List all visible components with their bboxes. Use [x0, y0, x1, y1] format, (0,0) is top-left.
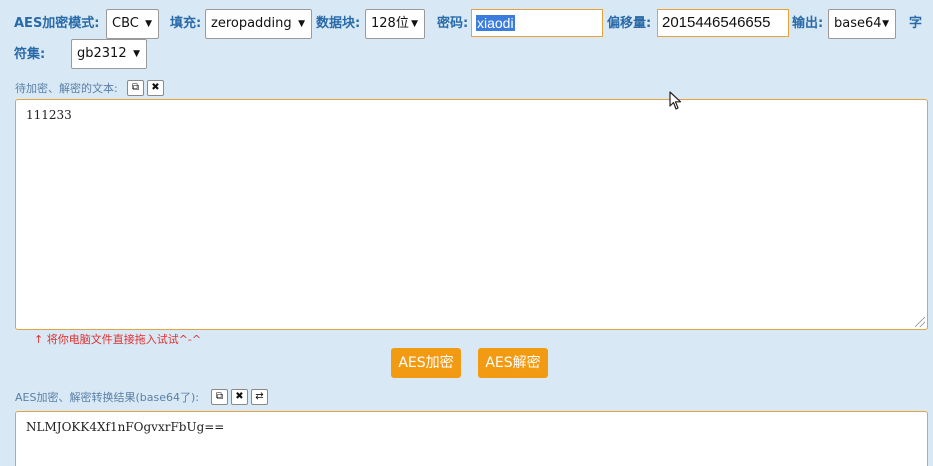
- result-area-label: AES加密、解密转换结果(base64了):: [15, 391, 199, 404]
- offset-input[interactable]: 2015446546655: [657, 9, 789, 37]
- input-area-label: 待加密、解密的文本:: [15, 82, 118, 95]
- copy-icon[interactable]: ⧉: [211, 389, 228, 405]
- resize-handle-icon[interactable]: [915, 317, 925, 327]
- block-select[interactable]: 128位 ▼: [365, 9, 425, 39]
- copy-icon[interactable]: ⧉: [127, 80, 144, 96]
- offset-label: 偏移量:: [607, 16, 652, 31]
- input-text: 111233: [26, 108, 72, 122]
- mouse-pointer-icon: [669, 91, 682, 110]
- block-value: 128位: [371, 16, 409, 31]
- result-text: NLMJOKK4Xf1nFOgvxrFbUg==: [26, 420, 225, 434]
- charset-value: gb2312: [77, 46, 127, 61]
- mode-select[interactable]: CBC ▼: [106, 9, 159, 39]
- swap-icon[interactable]: ⇄: [251, 389, 268, 405]
- clear-icon[interactable]: ✖: [147, 80, 164, 96]
- padding-value: zeropadding: [211, 16, 292, 31]
- chevron-down-icon: ▼: [133, 49, 140, 59]
- drag-hint: ↑ 将你电脑文件直接拖入试试^-^: [34, 333, 202, 346]
- password-label: 密码:: [437, 16, 469, 31]
- offset-value: 2015446546655: [662, 14, 771, 31]
- result-textarea[interactable]: NLMJOKK4Xf1nFOgvxrFbUg==: [15, 411, 928, 466]
- input-textarea[interactable]: 111233: [15, 99, 928, 330]
- output-value: base64: [834, 16, 882, 31]
- charset-label-part2: 符集:: [14, 47, 46, 62]
- output-select[interactable]: base64 ▼: [828, 9, 896, 39]
- mode-value: CBC: [112, 16, 139, 31]
- clear-icon[interactable]: ✖: [231, 389, 248, 405]
- output-label: 输出:: [792, 16, 824, 31]
- chevron-down-icon: ▼: [145, 19, 152, 29]
- charset-select[interactable]: gb2312 ▼: [71, 39, 147, 69]
- block-label: 数据块:: [316, 16, 361, 31]
- chevron-down-icon: ▼: [882, 19, 889, 29]
- password-input[interactable]: xiaodi: [471, 9, 603, 37]
- encrypt-button[interactable]: AES加密: [391, 348, 461, 378]
- decrypt-button[interactable]: AES解密: [478, 348, 548, 378]
- padding-label: 填充:: [170, 16, 202, 31]
- chevron-down-icon: ▼: [411, 19, 418, 29]
- mode-label: AES加密模式:: [14, 16, 100, 31]
- padding-select[interactable]: zeropadding ▼: [205, 9, 312, 39]
- password-value: xiaodi: [476, 15, 515, 31]
- chevron-down-icon: ▼: [298, 19, 305, 29]
- charset-label-part1: 字: [909, 16, 923, 31]
